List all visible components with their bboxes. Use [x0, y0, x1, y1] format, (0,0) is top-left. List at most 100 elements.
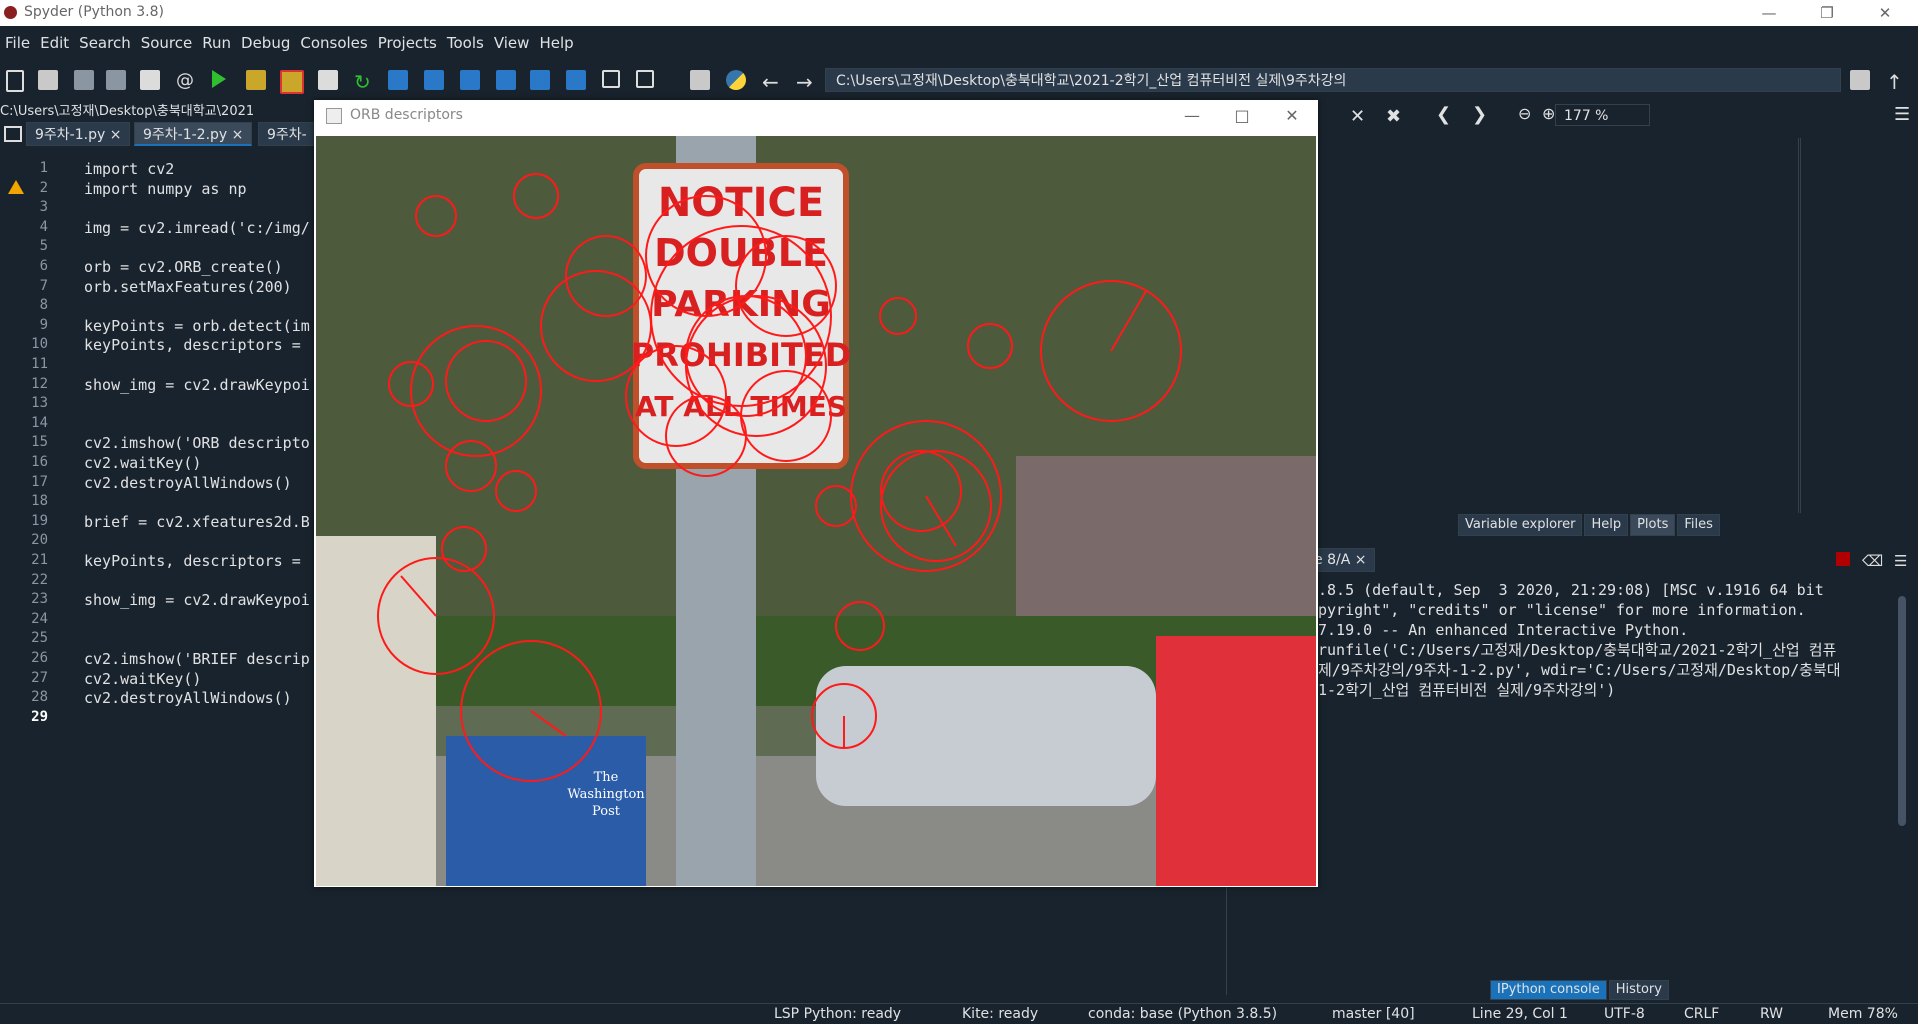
- parent-dir-icon[interactable]: ↑: [1886, 70, 1906, 94]
- tab-9-1[interactable]: 9주차-1.py ×: [26, 122, 131, 146]
- menu-help[interactable]: Help: [534, 34, 578, 52]
- menu-consoles[interactable]: Consoles: [295, 34, 372, 52]
- menu-debug[interactable]: Debug: [236, 34, 295, 52]
- popup-maximize-icon[interactable]: □: [1220, 102, 1264, 128]
- tab-ipython-console[interactable]: IPython console: [1490, 980, 1607, 1000]
- tab-help[interactable]: Help: [1584, 514, 1629, 536]
- line-number: 1: [39, 160, 48, 176]
- console-line: 제/9주차강의/9주차-1-2.py', wdir='C:/Users/고정재/…: [1318, 661, 1841, 679]
- line-number: 27: [31, 669, 48, 686]
- back-arrow-icon[interactable]: ←: [762, 70, 782, 94]
- menu-projects[interactable]: Projects: [373, 34, 442, 52]
- keypoints-image-canvas: NOTICE DOUBLE PARKING PROHIBITED AT ALL …: [316, 136, 1316, 886]
- tab-files[interactable]: Files: [1677, 514, 1720, 536]
- save-all-icon[interactable]: [106, 70, 126, 90]
- restore-icon[interactable]: ❐: [1804, 0, 1850, 26]
- list-icon[interactable]: [140, 70, 160, 90]
- console-scrollbar[interactable]: [1898, 596, 1906, 826]
- run-cell-icon[interactable]: [246, 70, 266, 90]
- zoom-level-field[interactable]: 177 %: [1555, 104, 1650, 126]
- warning-icon[interactable]: [8, 180, 24, 194]
- step-return-icon[interactable]: [496, 70, 516, 90]
- browse-tabs-icon[interactable]: [4, 126, 22, 142]
- line-number: 8: [39, 297, 48, 314]
- sign-text: NOTICE: [658, 180, 824, 226]
- run-cell-advance-icon[interactable]: [280, 70, 304, 94]
- working-directory-input[interactable]: C:\Users\고정재\Desktop\충북대학교\2021-2학기_산업 컴…: [825, 68, 1841, 92]
- zoom-out-icon[interactable]: ⊖: [1518, 104, 1531, 123]
- code-line: cv2.imshow('BRIEF descript: [84, 650, 310, 668]
- prev-plot-icon[interactable]: ❮: [1436, 104, 1451, 125]
- popup-close-icon[interactable]: ✕: [1270, 102, 1314, 128]
- menu-search[interactable]: Search: [74, 34, 136, 52]
- fullscreen-icon[interactable]: [636, 70, 654, 88]
- at-sign-icon[interactable]: @: [176, 70, 196, 91]
- forward-arrow-icon[interactable]: →: [796, 70, 816, 94]
- kite-status: Kite: ready: [962, 1006, 1039, 1022]
- code-line: keyPoints = orb.detect(img: [84, 316, 310, 335]
- tab-9-more[interactable]: 9주차-: [258, 122, 316, 146]
- popup-minimize-icon[interactable]: —: [1170, 102, 1214, 128]
- zoom-in-icon[interactable]: ⊕: [1542, 104, 1555, 123]
- menu-tools[interactable]: Tools: [442, 34, 489, 52]
- box-text: Washington: [567, 787, 645, 802]
- editor-tabs: 9주차-1.py × 9주차-1-2.py × 9주차-: [0, 120, 320, 146]
- preferences-wrench-icon[interactable]: [690, 70, 710, 90]
- line-number: 6: [39, 258, 48, 274]
- close-icon[interactable]: ✕: [1862, 0, 1908, 26]
- menu-run[interactable]: Run: [197, 34, 236, 52]
- tab-variable-explorer[interactable]: Variable explorer: [1458, 514, 1583, 536]
- code-editor[interactable]: import cv2 import numpy as np img = cv2.im…: [80, 160, 310, 995]
- clear-console-icon[interactable]: ⌫: [1862, 552, 1883, 570]
- step-into-icon[interactable]: [460, 70, 480, 90]
- run-icon[interactable]: [212, 70, 226, 88]
- keypoints-image: NOTICE DOUBLE PARKING PROHIBITED AT ALL …: [316, 136, 1316, 886]
- code-line: show_img = cv2.drawKeypoir: [84, 375, 310, 394]
- console-line: .8.5 (default, Sep 3 2020, 21:29:08) [MS…: [1318, 581, 1824, 599]
- browse-folder-icon[interactable]: [1850, 70, 1870, 90]
- close-plot-icon[interactable]: ✕: [1350, 106, 1365, 127]
- line-number: 21: [31, 552, 48, 568]
- menu-view[interactable]: View: [489, 34, 535, 52]
- save-icon[interactable]: [74, 70, 94, 90]
- line-number: 3: [39, 199, 48, 216]
- menu-file[interactable]: File: [0, 34, 35, 52]
- continue-icon[interactable]: [530, 70, 550, 90]
- console-line: 1-2학기_산업 컴퓨터비전 실제/9주차강의'): [1318, 681, 1616, 699]
- popup-title: ORB descriptors: [350, 107, 463, 123]
- ipython-console-output[interactable]: .8.5 (default, Sep 3 2020, 21:29:08) [MS…: [1318, 580, 1898, 970]
- plots-menu-icon[interactable]: ☰: [1894, 104, 1910, 125]
- tab-close-icon[interactable]: ×: [110, 127, 122, 143]
- line-number: 13: [31, 395, 48, 412]
- rerun-icon[interactable]: ↻: [354, 70, 374, 94]
- new-file-icon[interactable]: [6, 70, 24, 92]
- tab-plots[interactable]: Plots: [1630, 514, 1676, 536]
- stop-debug-icon[interactable]: [566, 70, 586, 90]
- code-line: orb.setMaxFeatures(200): [84, 277, 292, 296]
- maximize-pane-icon[interactable]: [602, 70, 620, 88]
- tab-history[interactable]: History: [1608, 980, 1669, 1000]
- run-selection-icon[interactable]: [318, 70, 338, 90]
- plot-thumbnails[interactable]: [1800, 138, 1917, 513]
- code-line: img = cv2.imread('c:/img/s: [84, 218, 310, 237]
- window-app-icon: [326, 108, 342, 124]
- step-icon[interactable]: [424, 70, 444, 90]
- next-plot-icon[interactable]: ❯: [1472, 104, 1487, 125]
- stop-console-icon[interactable]: [1836, 552, 1850, 566]
- orb-descriptors-window[interactable]: ORB descriptors — □ ✕ NOTICE DOUBLE PARK…: [314, 100, 1318, 887]
- python-path-icon[interactable]: [726, 70, 746, 90]
- menu-source[interactable]: Source: [136, 34, 198, 52]
- tab-9-1-2[interactable]: 9주차-1-2.py ×: [134, 122, 253, 146]
- close-all-plots-icon[interactable]: ✖: [1386, 106, 1401, 127]
- debug-icon[interactable]: [388, 70, 408, 90]
- line-number: 26: [31, 650, 48, 666]
- console-menu-icon[interactable]: ☰: [1894, 552, 1908, 570]
- menu-edit[interactable]: Edit: [35, 34, 74, 52]
- tab-close-icon[interactable]: ×: [232, 127, 244, 143]
- tab-label: 9주차-1-2.py: [143, 127, 228, 143]
- minimize-icon[interactable]: —: [1746, 0, 1792, 26]
- line-number: 23: [31, 591, 48, 608]
- console-tab-close-icon[interactable]: ×: [1355, 552, 1367, 568]
- open-file-icon[interactable]: [38, 70, 58, 90]
- code-line: cv2.destroyAllWindows(): [84, 473, 292, 492]
